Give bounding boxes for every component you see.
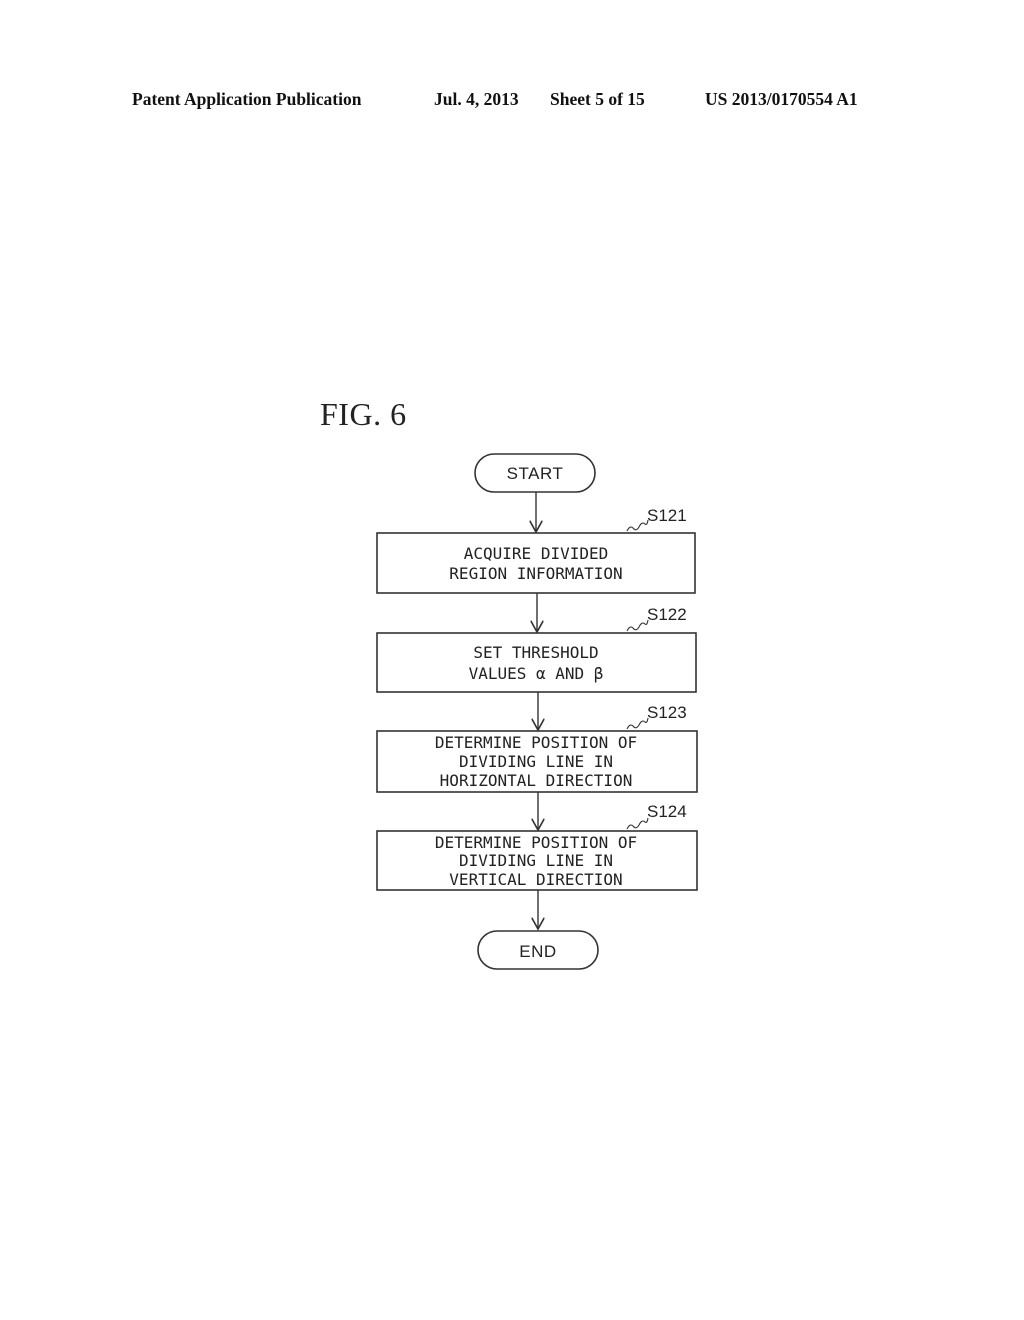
leader-squiggle (626, 817, 649, 830)
start-terminator: START (474, 453, 596, 493)
step-text-line: ACQUIRE DIVIDED (464, 544, 609, 563)
end-label: END (519, 942, 556, 961)
process-step-s123: DETERMINE POSITION OF DIVIDING LINE IN H… (376, 703, 698, 793)
end-terminator: END (477, 930, 599, 970)
process-box (376, 632, 697, 693)
step-id-label: S124 (647, 802, 687, 821)
process-step-s124: DETERMINE POSITION OF DIVIDING LINE IN V… (376, 802, 698, 891)
step-text-line: HORIZONTAL DIRECTION (440, 771, 633, 790)
step-id-label: S122 (647, 605, 687, 624)
leader-squiggle (626, 717, 649, 730)
leader-squiggle (626, 619, 649, 632)
leader-squiggle (626, 519, 649, 532)
step-text-line: DETERMINE POSITION OF (435, 833, 637, 852)
process-box (376, 532, 696, 594)
step-text-line: REGION INFORMATION (449, 564, 622, 583)
step-text-line: DIVIDING LINE IN (459, 752, 613, 771)
flowchart: START ACQUIRE DIVIDED REGION INFORMATION… (376, 453, 698, 970)
step-text-line: VERTICAL DIRECTION (449, 870, 622, 889)
step-text-line: SET THRESHOLD (473, 643, 598, 662)
start-label: START (507, 464, 564, 483)
step-id-label: S123 (647, 703, 687, 722)
step-text-line: DETERMINE POSITION OF (435, 733, 637, 752)
step-text-line: DIVIDING LINE IN (459, 851, 613, 870)
step-id-label: S121 (647, 506, 687, 525)
step-text-line: VALUES α AND β (469, 664, 604, 683)
